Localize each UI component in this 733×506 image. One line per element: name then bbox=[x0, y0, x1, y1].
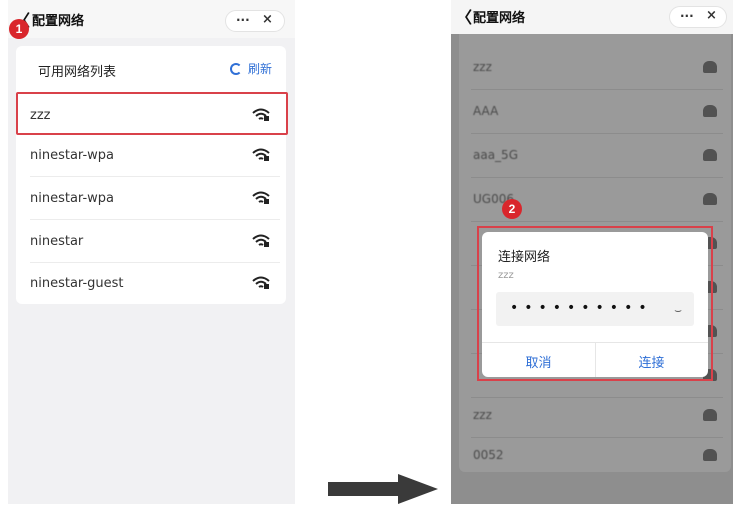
network-row[interactable]: ninestar-guest bbox=[16, 262, 286, 305]
network-name: 0052 bbox=[473, 448, 504, 462]
eye-closed-icon[interactable]: ⌣ bbox=[674, 303, 682, 318]
nav-bar: 〈 配置网络 ··· × bbox=[451, 0, 733, 34]
dialog-ssid: zzz bbox=[498, 270, 514, 281]
network-row[interactable]: aaa_5G bbox=[459, 134, 731, 178]
wifi-icon bbox=[703, 105, 717, 117]
network-name: ninestar bbox=[30, 234, 84, 249]
network-row[interactable]: zzz bbox=[459, 394, 731, 438]
capsule-menu: ··· × bbox=[669, 6, 727, 28]
network-name: AAA bbox=[473, 104, 499, 118]
refresh-button[interactable]: 刷新 bbox=[229, 60, 272, 77]
dialog-title: 连接网络 bbox=[498, 250, 551, 265]
arrow-right-icon bbox=[328, 474, 438, 504]
wifi-icon bbox=[703, 409, 717, 421]
network-name: zzz bbox=[30, 108, 51, 123]
network-name: ninestar-guest bbox=[30, 276, 124, 291]
capsule-menu: ··· × bbox=[225, 10, 285, 32]
refresh-icon bbox=[229, 63, 242, 75]
page-title: 配置网络 bbox=[473, 11, 526, 26]
wifi-icon bbox=[252, 108, 270, 121]
network-name: zzz bbox=[473, 60, 492, 74]
connect-dialog: 连接网络 zzz •••••••••• ⌣ 取消 连接 bbox=[482, 232, 708, 377]
cancel-button[interactable]: 取消 bbox=[482, 352, 595, 371]
network-row[interactable]: 0052 bbox=[459, 434, 731, 478]
wifi-icon bbox=[252, 148, 270, 161]
list-header: 可用网络列表 刷新 bbox=[16, 46, 286, 88]
wifi-icon bbox=[252, 234, 270, 247]
network-name: ninestar-wpa bbox=[30, 148, 114, 163]
network-row[interactable]: AAA bbox=[459, 90, 731, 134]
connect-button[interactable]: 连接 bbox=[595, 352, 708, 371]
nav-bar: 〈 配置网络 ··· × bbox=[8, 0, 295, 38]
close-icon[interactable]: × bbox=[262, 12, 273, 27]
wifi-icon bbox=[703, 193, 717, 205]
network-row[interactable]: ninestar-wpa bbox=[16, 134, 286, 177]
step-badge-1: 1 bbox=[9, 19, 29, 39]
step-badge-2: 2 bbox=[502, 199, 522, 219]
wifi-icon bbox=[703, 149, 717, 161]
wifi-icon bbox=[703, 61, 717, 73]
network-name: ninestar-wpa bbox=[30, 191, 114, 206]
page-title: 配置网络 bbox=[32, 14, 85, 29]
password-mask: •••••••••• bbox=[510, 300, 653, 316]
password-input[interactable]: •••••••••• ⌣ bbox=[496, 292, 694, 326]
network-row[interactable]: ninestar-wpa bbox=[16, 177, 286, 220]
wifi-icon bbox=[252, 276, 270, 289]
network-name: zzz bbox=[473, 408, 492, 422]
wifi-icon bbox=[252, 191, 270, 204]
close-icon[interactable]: × bbox=[706, 8, 717, 23]
more-icon[interactable]: ··· bbox=[680, 9, 694, 23]
network-row-selected[interactable]: zzz bbox=[16, 92, 288, 135]
back-icon[interactable]: 〈 bbox=[456, 4, 472, 28]
wifi-icon bbox=[703, 449, 717, 461]
network-name: aaa_5G bbox=[473, 148, 518, 162]
network-row[interactable]: ninestar bbox=[16, 220, 286, 263]
left-phone-screen: 〈 配置网络 ··· × 可用网络列表 刷新 1 zzz ninestar-wp… bbox=[8, 0, 295, 504]
refresh-label: 刷新 bbox=[247, 62, 272, 76]
list-title: 可用网络列表 bbox=[38, 65, 117, 80]
more-icon[interactable]: ··· bbox=[236, 13, 250, 27]
network-row[interactable]: zzz bbox=[459, 46, 731, 90]
network-row[interactable]: UG006 bbox=[459, 178, 731, 222]
